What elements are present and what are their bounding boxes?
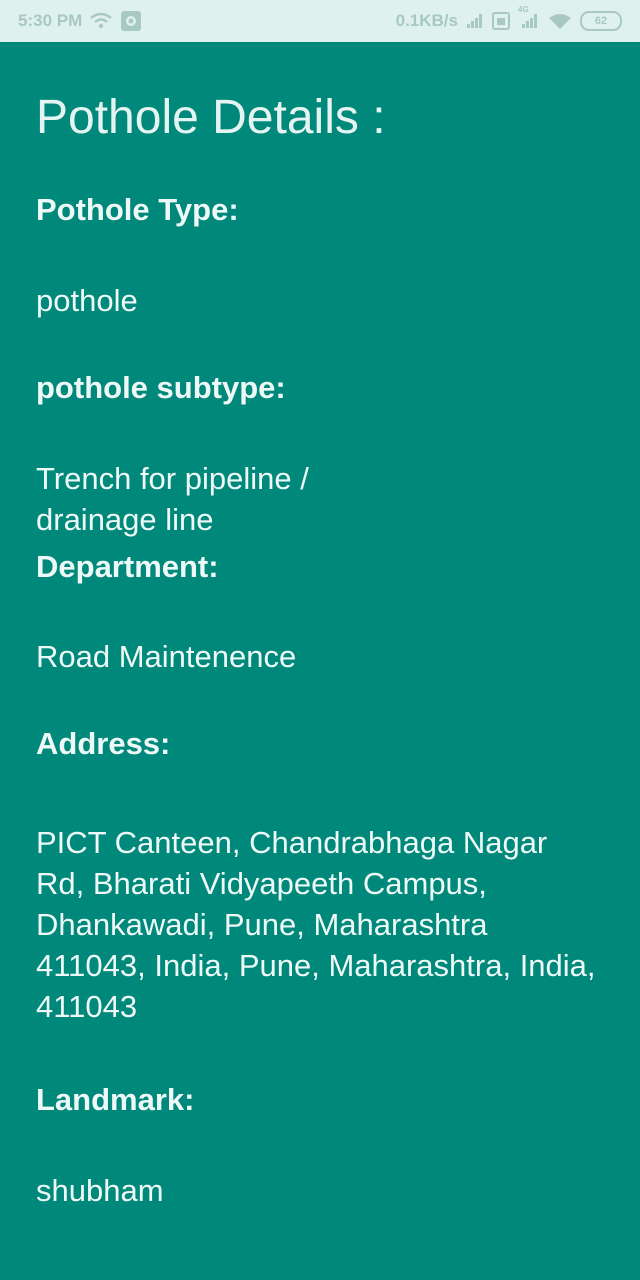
landmark-label: Landmark: [36, 1082, 195, 1117]
battery-level: 62 [594, 15, 608, 27]
status-time: 5:30 PM [18, 11, 83, 30]
status-bar: 5:30 PM 0.1KB/s 4G 62 [0, 0, 640, 42]
pothole-type-value: pothole [36, 283, 138, 318]
signal-icon [466, 13, 484, 29]
signal-icon: 4G [518, 5, 540, 29]
app-notification-icon [120, 10, 142, 32]
network-type-label: 4G [518, 5, 529, 14]
network-speed: 0.1KB/s [395, 11, 458, 30]
address-label: Address: [36, 726, 171, 761]
pothole-subtype-label: pothole subtype: [36, 370, 286, 405]
department-value: Road Maintenence [36, 639, 297, 674]
pothole-type-label: Pothole Type: [36, 192, 239, 227]
page-title: Pothole Details : [36, 91, 386, 144]
address-value: PICT Canteen, Chandrabhaga Nagar Rd, Bha… [36, 825, 596, 1024]
sim-icon [492, 12, 510, 30]
landmark-value: shubham [36, 1173, 164, 1208]
pothole-subtype-value: Trench for pipeline / drainage line [36, 461, 309, 537]
battery-icon: 62 [580, 11, 622, 31]
department-label: Department: [36, 549, 219, 584]
wifi-icon [548, 13, 572, 30]
wifi-icon [90, 13, 112, 29]
